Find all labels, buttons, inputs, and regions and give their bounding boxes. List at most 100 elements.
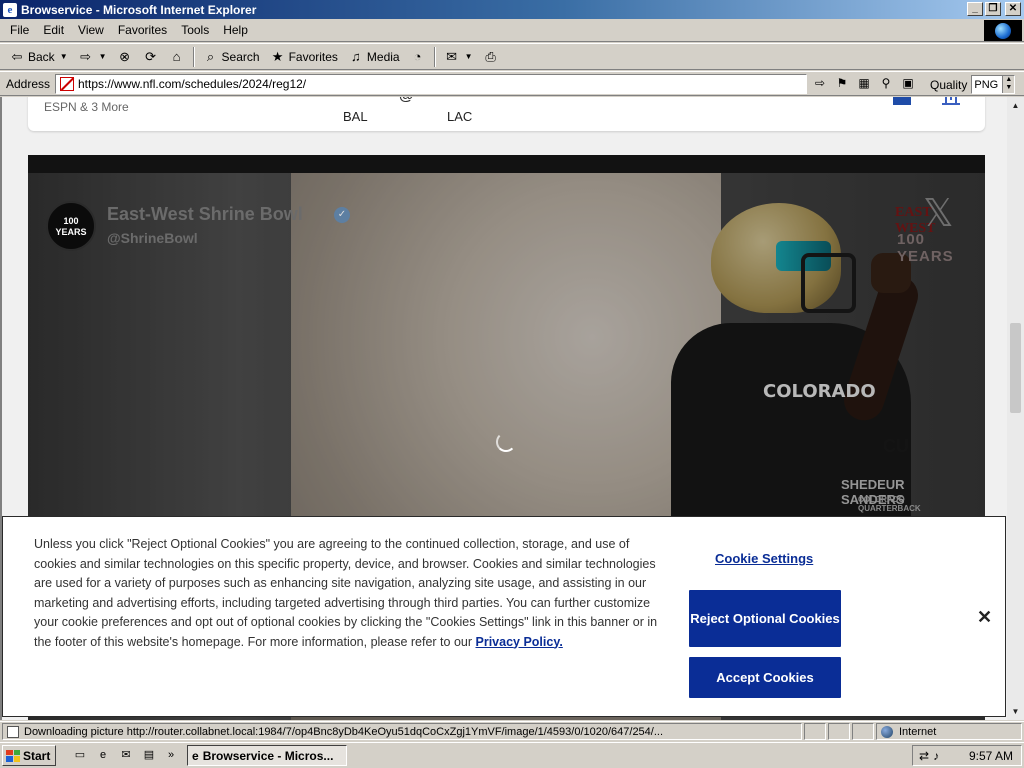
window-title-bar[interactable]: e Browservice - Microsoft Internet Explo… (0, 0, 1024, 19)
explorer-quicklaunch-icon[interactable]: ▤ (141, 747, 157, 763)
forward-arrow-icon: ⇨ (80, 48, 92, 64)
address-url[interactable]: https://www.nfl.com/schedules/2024/reg12… (78, 77, 306, 91)
internet-zone-icon (881, 725, 893, 738)
cookie-settings-link[interactable]: Cookie Settings (715, 551, 813, 566)
cookie-body: Unless you click "Reject Optional Cookie… (34, 537, 658, 649)
outlook-quicklaunch-icon[interactable]: ✉ (118, 747, 134, 763)
media-button[interactable]: ♫ Media (343, 46, 405, 68)
show-desktop-icon[interactable]: ▭ (72, 747, 88, 763)
bookmark-icon[interactable]: ⚑ (834, 75, 850, 91)
history-button[interactable]: ◔ (405, 46, 431, 68)
task-label: Browservice - Micros... (202, 748, 334, 763)
mail-dropdown-icon[interactable]: ▼ (465, 52, 473, 61)
scroll-thumb[interactable] (1010, 323, 1021, 413)
media-icon: ♫ (351, 49, 361, 64)
stats-icon[interactable] (942, 97, 960, 105)
favorites-icon: ★ (271, 48, 284, 64)
cookie-banner: Unless you click "Reject Optional Cookie… (2, 516, 1006, 717)
avatar-text: 100 YEARS (55, 216, 87, 237)
print-icon: ⎙ (485, 48, 496, 64)
clock[interactable]: 9:57 AM (969, 749, 1021, 763)
favorites-button[interactable]: ★ Favorites (265, 46, 343, 68)
minimize-button[interactable]: _ (967, 2, 983, 16)
taskbar: Start ▭ e ✉ ▤ » e Browservice - Micros..… (0, 742, 1024, 768)
status-cell (852, 723, 874, 740)
accept-cookies-button[interactable]: Accept Cookies (689, 657, 841, 698)
close-window-button[interactable]: ✕ (1005, 2, 1021, 16)
quality-select[interactable]: PNG ▲ ▼ (971, 75, 1016, 94)
address-bar: Address https://www.nfl.com/schedules/20… (0, 71, 1024, 96)
home-team[interactable]: LAC (447, 109, 472, 124)
menu-file[interactable]: File (0, 23, 36, 37)
status-text: Downloading picture http://router.collab… (24, 725, 664, 738)
system-tray: ⇄ ♪ 9:57 AM (912, 745, 1022, 766)
standard-toolbar: ⇦ Back ▼ ⇨ ▼ ⊗ ⟳ ⌂ ⌕ Search ★ Favorites … (0, 43, 1024, 70)
media-label: Media (366, 49, 400, 64)
find-icon[interactable]: ⚲ (878, 75, 894, 91)
home-icon: ⌂ (172, 49, 181, 64)
clipboard-icon[interactable]: ▣ (900, 75, 916, 91)
menu-favorites[interactable]: Favorites (111, 23, 174, 37)
away-team[interactable]: BAL (343, 109, 368, 124)
more-quicklaunch-icon[interactable]: » (163, 747, 179, 763)
menu-view[interactable]: View (71, 23, 111, 37)
status-cell (804, 723, 826, 740)
volume-tray-icon[interactable]: ♪ (933, 749, 939, 763)
menu-help[interactable]: Help (216, 23, 255, 37)
taskbar-window-button[interactable]: e Browservice - Micros... (187, 745, 347, 766)
mail-icon: ✉ (446, 48, 458, 64)
tickets-icon[interactable] (893, 97, 911, 105)
stop-icon: ⊗ (119, 48, 130, 64)
forward-button[interactable]: ⇨ ▼ (73, 46, 112, 68)
loading-spinner-icon (496, 432, 516, 452)
window-title: Browservice - Microsoft Internet Explore… (21, 2, 257, 17)
x-logo-icon[interactable]: 𝕏 (923, 191, 954, 235)
start-label: Start (23, 748, 51, 763)
tweet-author-handle[interactable]: @ShrineBowl (107, 230, 198, 246)
quality-value: PNG (974, 78, 999, 91)
privacy-policy-link[interactable]: Privacy Policy. (476, 635, 563, 649)
print-button[interactable]: ⎙ (478, 46, 504, 68)
ie-icon: e (3, 2, 17, 17)
go-arrow-icon[interactable]: ⇨ (812, 75, 828, 91)
tweet-author-name[interactable]: East-West Shrine Bowl (107, 204, 303, 225)
address-input[interactable]: https://www.nfl.com/schedules/2024/reg12… (55, 74, 807, 94)
network-tray-icon[interactable]: ⇄ (919, 749, 929, 763)
close-icon[interactable]: ✕ (977, 607, 992, 628)
forward-dropdown-icon[interactable]: ▼ (99, 52, 107, 61)
refresh-button[interactable]: ⟳ (138, 46, 164, 68)
throbber (984, 20, 1022, 41)
back-button[interactable]: ⇦ Back ▼ (4, 46, 73, 68)
verified-icon: ✓ (334, 207, 350, 223)
back-arrow-icon: ⇦ (11, 48, 23, 64)
scroll-up-icon[interactable]: ▲ (1007, 97, 1024, 114)
globe-icon (995, 22, 1011, 39)
ie-task-icon: e (192, 748, 199, 763)
toolbar-separator (433, 46, 436, 67)
mail-button[interactable]: ✉ ▼ (439, 46, 478, 68)
quality-spin-icon[interactable]: ▲ ▼ (1002, 76, 1015, 93)
menu-tools[interactable]: Tools (174, 23, 216, 37)
broadcast-network[interactable]: ESPN & 3 More (44, 100, 129, 114)
history-icon: ◔ (413, 49, 422, 64)
page-info-icon[interactable]: ▦ (856, 75, 872, 91)
menu-edit[interactable]: Edit (36, 23, 71, 37)
scroll-down-icon[interactable]: ▼ (1007, 703, 1024, 720)
status-cell (828, 723, 850, 740)
tweet-avatar[interactable]: 100 YEARS (46, 201, 96, 251)
home-button[interactable]: ⌂ (164, 46, 190, 68)
toolbar-separator (192, 46, 195, 67)
back-dropdown-icon[interactable]: ▼ (60, 52, 68, 61)
stop-button[interactable]: ⊗ (112, 46, 138, 68)
refresh-icon: ⟳ (145, 48, 156, 64)
restore-button[interactable]: ❐ (985, 2, 1001, 16)
game-card[interactable]: ESPN & 3 More BAL @ LAC (28, 97, 985, 131)
search-icon: ⌕ (206, 48, 215, 64)
search-button[interactable]: ⌕ Search (198, 46, 265, 68)
reject-optional-cookies-button[interactable]: Reject Optional Cookies (689, 590, 841, 647)
start-button[interactable]: Start (2, 745, 56, 766)
security-zone[interactable]: Internet (876, 723, 1022, 740)
vertical-scrollbar[interactable]: ▲ ▼ (1007, 97, 1024, 720)
blocked-page-icon (60, 77, 74, 91)
ie-quicklaunch-icon[interactable]: e (95, 747, 111, 763)
